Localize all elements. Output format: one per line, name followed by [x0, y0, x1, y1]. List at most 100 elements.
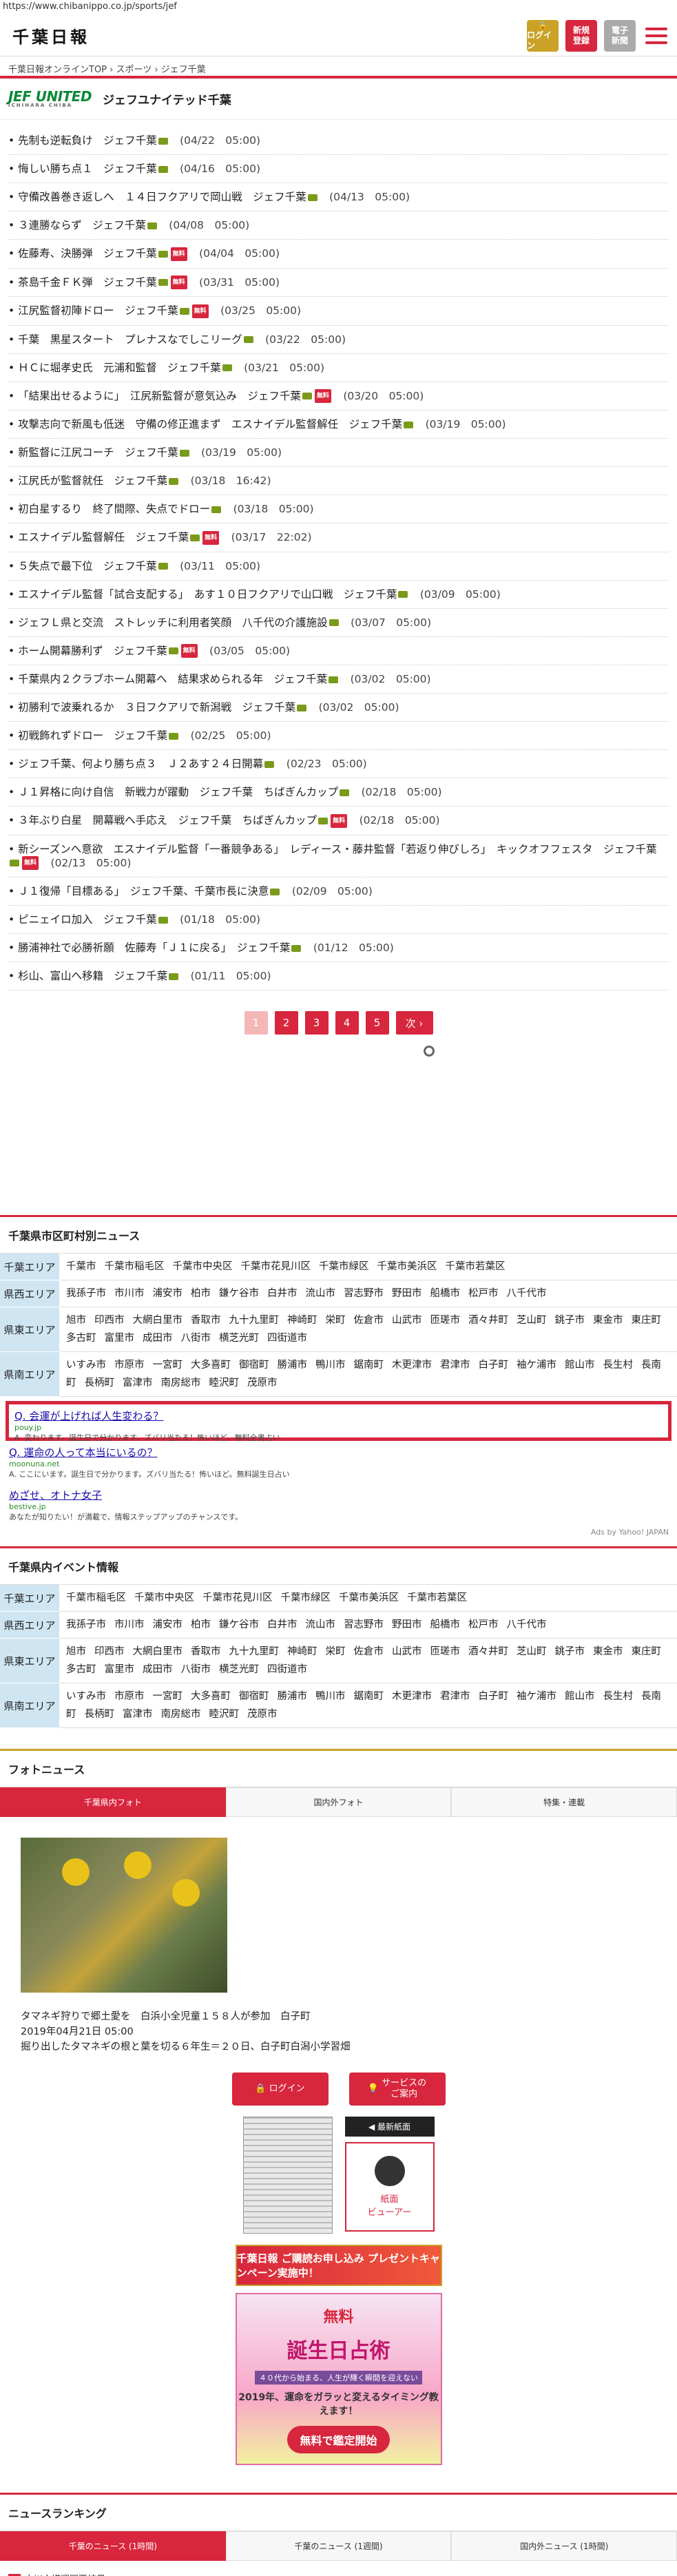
city-link[interactable]: 鋸南町	[354, 1360, 384, 1371]
city-link[interactable]: 印西市	[94, 1315, 125, 1326]
city-link[interactable]: 御宿町	[239, 1360, 269, 1371]
register-button[interactable]: 新規 登録	[565, 19, 597, 52]
city-link[interactable]: 木更津市	[392, 1691, 432, 1702]
ads-by-label[interactable]: Ads by Yahoo! JAPAN	[0, 1526, 677, 1546]
city-link[interactable]: 富津市	[123, 1378, 153, 1389]
paper-viewer-button[interactable]: 紙面 ビューアー	[344, 2142, 435, 2232]
city-link[interactable]: 一宮町	[153, 1691, 183, 1702]
menu-hamburger-icon[interactable]	[643, 22, 670, 50]
city-link[interactable]: 市川市	[114, 1288, 145, 1299]
tab-0[interactable]: 千葉県内フォト	[0, 1787, 226, 1817]
photo-caption-title[interactable]: タマネギ狩りで郷土愛を 白浜小全児童１５８人が参加 白子町	[21, 2009, 656, 2024]
city-link[interactable]: 千葉市稲毛区	[105, 1261, 165, 1272]
city-link[interactable]: 習志野市	[344, 1619, 384, 1630]
city-link[interactable]: 八千代市	[507, 1288, 547, 1299]
article-title-link[interactable]: ピニェイロ加入 ジェフ千葉	[18, 913, 157, 926]
city-link[interactable]: 大網白里市	[133, 1315, 183, 1326]
city-link[interactable]: 香取市	[191, 1315, 221, 1326]
city-link[interactable]: 大多喜町	[191, 1360, 231, 1371]
article-title-link[interactable]: ３連勝ならず ジェフ千葉	[18, 219, 146, 231]
fortune-cta-button[interactable]: 無料で鑑定開始	[287, 2425, 390, 2453]
article-item[interactable]: ジェフ千葉、何より勝ち点３ Ｊ２あす２４日開幕 (02/23 05:00)	[8, 750, 669, 778]
article-item[interactable]: 佐藤寿、決勝弾 ジェフ千葉無料 (04/04 05:00)	[8, 240, 669, 269]
article-item[interactable]: 杉山、富山へ移籍 ジェフ千葉 (01/11 05:00)	[8, 962, 669, 990]
article-item[interactable]: 先制も逆転負け ジェフ千葉 (04/22 05:00)	[8, 127, 669, 155]
article-item[interactable]: 勝浦神社で必勝祈願 佐藤寿「Ｊ１に戻る」 ジェフ千葉 (01/12 05:00)	[8, 934, 669, 962]
city-link[interactable]: 九十九里町	[229, 1646, 280, 1657]
city-link[interactable]: 東庄町	[632, 1646, 662, 1657]
city-link[interactable]: 芝山町	[517, 1646, 547, 1657]
ad-question-link[interactable]: Q. 会運が上げれば人生変わる？	[14, 1410, 163, 1422]
city-link[interactable]: 佐倉市	[354, 1646, 384, 1657]
city-link[interactable]: 匝瑳市	[430, 1646, 461, 1657]
city-link[interactable]: 袖ケ浦市	[517, 1691, 556, 1702]
article-title-link[interactable]: ＨＣに堀孝史氏 元浦和監督 ジェフ千葉	[18, 362, 221, 374]
page-1-button[interactable]: 1	[244, 1011, 268, 1035]
city-link[interactable]: 鋸南町	[354, 1691, 384, 1702]
city-link[interactable]: 東庄町	[632, 1315, 662, 1326]
article-item[interactable]: 江尻氏が監督就任 ジェフ千葉 (03/18 16:42)	[8, 467, 669, 495]
page-2-button[interactable]: 2	[274, 1011, 298, 1035]
article-item[interactable]: 千葉 黒星スタート プレナスなでしこリーグ (03/22 05:00)	[8, 326, 669, 354]
city-link[interactable]: 船橋市	[430, 1288, 461, 1299]
article-title-link[interactable]: エスナイデル監督解任 ジェフ千葉	[18, 531, 189, 543]
city-link[interactable]: 山武市	[392, 1315, 422, 1326]
article-title-link[interactable]: 江尻氏が監督就任 ジェフ千葉	[18, 475, 167, 487]
article-item[interactable]: ３年ぶり白星 開幕戦へ手応え ジェフ千葉 ちばぎんカップ 無料 (02/18 05…	[8, 807, 669, 835]
article-item[interactable]: ピニェイロ加入 ジェフ千葉 (01/18 05:00)	[8, 906, 669, 934]
city-link[interactable]: 芝山町	[517, 1315, 547, 1326]
article-title-link[interactable]: 新シーズンへ意欲 エスナイデル監督「一番競争ある」 レディース・藤井監督「若返り…	[18, 843, 656, 855]
city-link[interactable]: 八街市	[181, 1333, 211, 1344]
article-title-link[interactable]: ホーム開幕勝利ず ジェフ千葉	[18, 645, 167, 657]
ad-question-link[interactable]: Q. 運命の人って本当にいるの？	[9, 1445, 668, 1460]
city-link[interactable]: 睦沢町	[209, 1709, 240, 1720]
tab-1[interactable]: 国内外フォト	[225, 1787, 452, 1817]
article-item[interactable]: ５失点で最下位 ジェフ千葉 (03/11 05:00)	[8, 552, 669, 581]
city-link[interactable]: 千葉市	[66, 1261, 96, 1272]
city-link[interactable]: 野田市	[392, 1288, 422, 1299]
tab-2[interactable]: 特集・連載	[451, 1787, 677, 1817]
article-item[interactable]: 新シーズンへ意欲 エスナイデル監督「一番競争ある」 レディース・藤井監督「若返り…	[8, 835, 669, 877]
article-title-link[interactable]: 先制も逆転負け ジェフ千葉	[18, 134, 157, 147]
city-link[interactable]: 館山市	[565, 1360, 595, 1371]
article-item[interactable]: 悔しい勝ち点１ ジェフ千葉 (04/16 05:00)	[8, 155, 669, 183]
city-link[interactable]: 勝浦市	[278, 1360, 308, 1371]
city-link[interactable]: 白井市	[267, 1619, 298, 1630]
city-link[interactable]: 長生村	[603, 1360, 634, 1371]
city-link[interactable]: 市川市	[114, 1619, 145, 1630]
city-link[interactable]: 浦安市	[153, 1619, 183, 1630]
city-link[interactable]: 鎌ケ谷市	[219, 1619, 259, 1630]
city-link[interactable]: 市原市	[114, 1691, 145, 1702]
city-link[interactable]: 富津市	[123, 1709, 153, 1720]
article-item[interactable]: Ｊ１昇格に向け自信 新戦力が躍動 ジェフ千葉 ちばぎんカップ (02/18 05…	[8, 778, 669, 807]
city-link[interactable]: 栄町	[326, 1646, 346, 1657]
photo-news-image[interactable]	[21, 1838, 227, 1993]
ranking-item[interactable]: 1市川市議選開票結果	[8, 2568, 669, 2576]
city-link[interactable]: 浦安市	[153, 1288, 183, 1299]
city-link[interactable]: 白子町	[479, 1691, 509, 1702]
article-title-link[interactable]: 攻撃志向で新風も低迷 守備の修正進まず エスナイデル監督解任 ジェフ千葉	[18, 418, 402, 430]
city-link[interactable]: 市原市	[114, 1360, 145, 1371]
city-link[interactable]: 銚子市	[555, 1315, 585, 1326]
article-item[interactable]: ジェフＬ県と交流 ストレッチに利用者笑顔 八千代の介護施設 (03/07 05:…	[8, 609, 669, 637]
article-title-link[interactable]: Ｊ１復帰「目標ある」 ジェフ千葉、千葉市長に決意	[18, 885, 269, 897]
city-link[interactable]: 袖ケ浦市	[517, 1360, 556, 1371]
city-link[interactable]: 成田市	[143, 1333, 173, 1344]
city-link[interactable]: 山武市	[392, 1646, 422, 1657]
article-title-link[interactable]: 悔しい勝ち点１ ジェフ千葉	[18, 163, 157, 175]
city-link[interactable]: 大網白里市	[133, 1646, 183, 1657]
article-item[interactable]: Ｊ１復帰「目標ある」 ジェフ千葉、千葉市長に決意 (02/09 05:00)	[8, 877, 669, 906]
city-link[interactable]: 千葉市稲毛区	[66, 1592, 126, 1603]
city-link[interactable]: 船橋市	[430, 1619, 461, 1630]
city-link[interactable]: 鴨川市	[315, 1691, 346, 1702]
city-link[interactable]: 千葉市花見川区	[241, 1261, 311, 1272]
epaper-button[interactable]: 電子 新聞	[604, 19, 636, 52]
city-link[interactable]: 柏市	[191, 1619, 211, 1630]
city-link[interactable]: 白井市	[267, 1288, 298, 1299]
city-link[interactable]: 木更津市	[392, 1360, 432, 1371]
city-link[interactable]: 千葉市中央区	[134, 1592, 194, 1603]
city-link[interactable]: 成田市	[143, 1664, 173, 1675]
article-title-link[interactable]: 初戦飾れずドロー ジェフ千葉	[18, 729, 167, 742]
article-title-link[interactable]: ジェフ千葉、何より勝ち点３ Ｊ２あす２４日開幕	[18, 758, 263, 770]
city-link[interactable]: いすみ市	[66, 1691, 106, 1702]
